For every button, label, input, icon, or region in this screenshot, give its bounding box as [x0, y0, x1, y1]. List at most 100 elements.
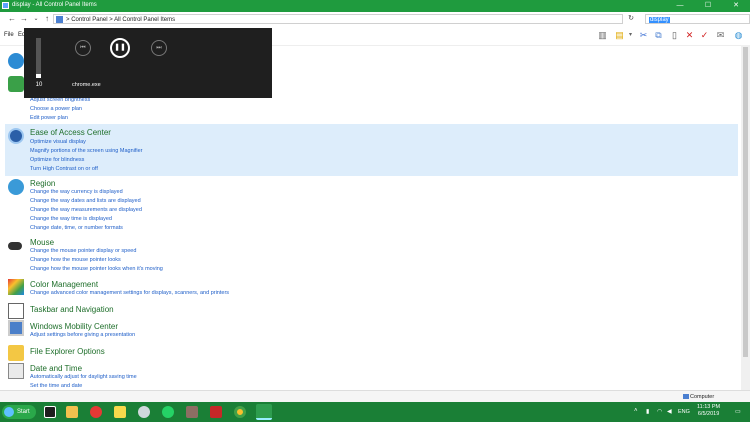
windows-orb-icon — [4, 407, 14, 417]
link-choose-power-plan[interactable]: Choose a power plan — [30, 106, 82, 112]
category-region[interactable]: Region — [30, 179, 55, 188]
link-color-advanced[interactable]: Change advanced color management setting… — [30, 290, 229, 296]
chrome-icon[interactable] — [234, 406, 246, 418]
chevron-down-icon[interactable]: ⌄ — [31, 14, 41, 24]
chevron-up-icon[interactable]: ˄ — [634, 408, 638, 414]
refresh-icon[interactable]: ↻ — [626, 14, 636, 24]
breadcrumb-sep: > — [109, 17, 113, 23]
link-optimize-blindness[interactable]: Optimize for blindness — [30, 157, 84, 163]
paste-icon[interactable]: ▯ — [669, 30, 680, 41]
globe-icon[interactable]: ◍ — [733, 30, 744, 41]
power-options-icon — [8, 76, 24, 92]
category-taskbar-navigation[interactable]: Taskbar and Navigation — [30, 305, 114, 314]
notification-icon[interactable]: ▭ — [735, 408, 741, 415]
chevron-down-icon[interactable]: ▾ — [625, 30, 636, 41]
start-button[interactable]: Start — [2, 405, 36, 419]
category-date-time[interactable]: Date and Time — [30, 364, 82, 373]
folder-icon — [56, 16, 63, 23]
category-mobility-center[interactable]: Windows Mobility Center — [30, 322, 118, 331]
link-optimize-visual[interactable]: Optimize visual display — [30, 139, 86, 145]
network-icon[interactable]: ▮ — [646, 408, 649, 415]
store-icon[interactable] — [66, 406, 78, 418]
clock-date: 6/5/2019 — [697, 411, 720, 417]
breadcrumb-all-items[interactable]: All Control Panel Items — [114, 17, 175, 23]
link-formats[interactable]: Change date, time, or number formats — [30, 225, 123, 231]
package-icon[interactable] — [186, 406, 198, 418]
search-input[interactable]: display — [645, 14, 750, 24]
category-color-management[interactable]: Color Management — [30, 280, 98, 289]
clock[interactable]: 11:13 PM 6/5/2019 — [697, 404, 720, 418]
mail-icon[interactable]: ✉ — [715, 30, 726, 41]
link-time[interactable]: Change the way time is displayed — [30, 216, 112, 222]
menu-file[interactable]: File — [4, 32, 14, 38]
taskbar: Start ˄ ▮ ◠ ◀ ENG 11:13 PM 6/5/2019 ▭ — [0, 402, 750, 422]
pause-icon[interactable]: ❚❚ — [110, 38, 130, 58]
sticky-notes-icon[interactable] — [114, 406, 126, 418]
scrollbar-thumb[interactable] — [743, 47, 748, 357]
network-icon — [8, 53, 24, 69]
region-globe-icon — [8, 179, 24, 195]
address-row: ← → ⌄ ↑ > Control Panel > All Control Pa… — [0, 12, 750, 27]
folder-options-icon[interactable]: ▤ — [614, 30, 625, 41]
checkmark-icon[interactable]: ✓ — [699, 30, 710, 41]
volume-slider[interactable] — [36, 38, 41, 78]
link-edit-power-plan[interactable]: Edit power plan — [30, 115, 68, 121]
forward-arrow-icon[interactable]: → — [19, 14, 29, 24]
status-computer: Computer — [690, 394, 715, 400]
computer-icon — [683, 394, 689, 399]
media-app-name: chrome.exe — [72, 82, 101, 88]
vivaldi-icon[interactable] — [90, 406, 102, 418]
start-label: Start — [17, 409, 30, 415]
link-pointer-moving[interactable]: Change how the mouse pointer looks when … — [30, 266, 163, 272]
link-daylight-saving[interactable]: Automatically adjust for daylight saving… — [30, 374, 137, 380]
minimize-button[interactable]: — — [666, 0, 694, 12]
volume-icon[interactable]: ◀ — [667, 408, 672, 415]
link-pointer-speed[interactable]: Change the mouse pointer display or spee… — [30, 248, 136, 254]
maximize-button[interactable]: ☐ — [694, 0, 722, 12]
ease-of-access-icon — [8, 128, 24, 144]
link-set-time-date[interactable]: Set the time and date — [30, 383, 82, 389]
close-button[interactable]: ✕ — [722, 0, 750, 12]
next-track-icon[interactable]: ⏭ — [151, 40, 167, 56]
wifi-icon[interactable]: ◠ — [657, 408, 662, 415]
app-icon[interactable] — [210, 406, 222, 418]
task-view-icon[interactable] — [44, 406, 56, 418]
link-currency[interactable]: Change the way currency is displayed — [30, 189, 123, 195]
link-dates-lists[interactable]: Change the way dates and lists are displ… — [30, 198, 141, 204]
address-bar[interactable]: > Control Panel > All Control Panel Item… — [53, 14, 623, 24]
previous-track-icon[interactable]: ⏮ — [75, 40, 91, 56]
language-indicator[interactable]: ENG — [678, 409, 690, 415]
date-time-icon — [8, 363, 24, 379]
control-panel-icon — [2, 2, 9, 9]
clock-time: 11:13 PM — [697, 404, 721, 410]
link-pointer-looks[interactable]: Change how the mouse pointer looks — [30, 257, 121, 263]
color-management-icon — [8, 279, 24, 295]
up-arrow-icon[interactable]: ↑ — [42, 14, 52, 24]
volume-slider-fill — [36, 74, 41, 78]
link-high-contrast[interactable]: Turn High Contrast on or off — [30, 166, 98, 172]
category-ease-of-access[interactable]: Ease of Access Center — [30, 128, 111, 137]
volume-level: 10 — [35, 82, 43, 88]
breadcrumb-sep: > — [66, 17, 70, 23]
window-title: display - All Control Panel Items — [12, 2, 97, 8]
media-volume-flyout: 10 ⏮ ❚❚ ⏭ chrome.exe — [24, 28, 272, 98]
title-bar: display - All Control Panel Items — ☐ ✕ — [0, 0, 750, 12]
category-mouse[interactable]: Mouse — [30, 238, 54, 247]
whatsapp-icon[interactable] — [162, 406, 174, 418]
breadcrumb-control-panel[interactable]: Control Panel — [71, 17, 107, 23]
control-panel-taskbar-icon[interactable] — [256, 404, 272, 420]
layout-icon[interactable]: ▥ — [597, 30, 608, 41]
delete-icon[interactable]: ✕ — [684, 30, 695, 41]
vertical-scrollbar[interactable] — [741, 45, 750, 390]
taskbar-navigation-icon — [8, 303, 24, 319]
file-explorer-icon — [8, 345, 24, 361]
app-icon[interactable] — [138, 406, 150, 418]
category-file-explorer-options[interactable]: File Explorer Options — [30, 347, 105, 356]
mouse-icon — [8, 242, 22, 250]
copy-icon[interactable]: ⧉ — [653, 30, 664, 41]
back-arrow-icon[interactable]: ← — [7, 14, 17, 24]
link-magnifier[interactable]: Magnify portions of the screen using Mag… — [30, 148, 143, 154]
cut-icon[interactable]: ✂ — [638, 30, 649, 41]
link-measurements[interactable]: Change the way measurements are displaye… — [30, 207, 142, 213]
link-presentation[interactable]: Adjust settings before giving a presenta… — [30, 332, 135, 338]
